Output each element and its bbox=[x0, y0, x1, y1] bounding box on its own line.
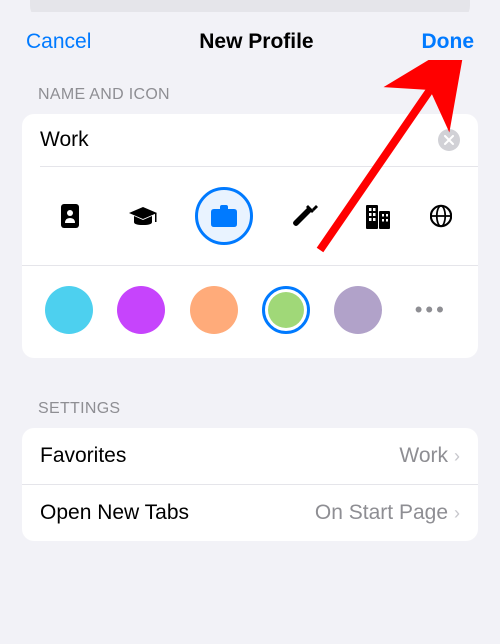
color-purple[interactable] bbox=[334, 286, 382, 334]
done-button[interactable]: Done bbox=[422, 30, 475, 54]
color-picker-row: ••• bbox=[22, 272, 478, 358]
nav-bar: Cancel New Profile Done bbox=[8, 12, 492, 78]
globe-icon[interactable] bbox=[430, 194, 452, 238]
building-icon[interactable] bbox=[356, 194, 400, 238]
briefcase-icon[interactable] bbox=[195, 187, 253, 245]
profile-name-input[interactable] bbox=[40, 128, 438, 152]
profile-name-row bbox=[22, 114, 478, 166]
color-magenta[interactable] bbox=[117, 286, 165, 334]
section-header-settings: Settings bbox=[8, 392, 492, 428]
chevron-right-icon: › bbox=[454, 446, 460, 467]
icon-picker-row bbox=[22, 167, 478, 266]
hammer-icon[interactable] bbox=[283, 194, 327, 238]
section-header-name-icon: Name and Icon bbox=[8, 78, 492, 114]
settings-group: Favorites Work › Open New Tabs On Start … bbox=[22, 428, 478, 541]
favorites-label: Favorites bbox=[40, 444, 126, 468]
open-new-tabs-row[interactable]: Open New Tabs On Start Page › bbox=[22, 484, 478, 541]
chevron-right-icon: › bbox=[454, 503, 460, 524]
favorites-row[interactable]: Favorites Work › bbox=[22, 428, 478, 484]
color-cyan[interactable] bbox=[45, 286, 93, 334]
open-new-tabs-value: On Start Page › bbox=[315, 501, 460, 525]
open-new-tabs-label: Open New Tabs bbox=[40, 501, 189, 525]
favorites-value: Work › bbox=[399, 444, 460, 468]
cancel-button[interactable]: Cancel bbox=[26, 30, 91, 54]
color-orange[interactable] bbox=[190, 286, 238, 334]
more-colors-button[interactable]: ••• bbox=[407, 286, 455, 334]
page-title: New Profile bbox=[199, 30, 313, 54]
clear-input-button[interactable] bbox=[438, 129, 460, 151]
color-green[interactable] bbox=[262, 286, 310, 334]
graduation-cap-icon[interactable] bbox=[121, 194, 165, 238]
name-icon-group: ••• bbox=[22, 114, 478, 358]
new-profile-sheet: Cancel New Profile Done Name and Icon bbox=[8, 12, 492, 644]
id-card-icon[interactable] bbox=[48, 194, 92, 238]
